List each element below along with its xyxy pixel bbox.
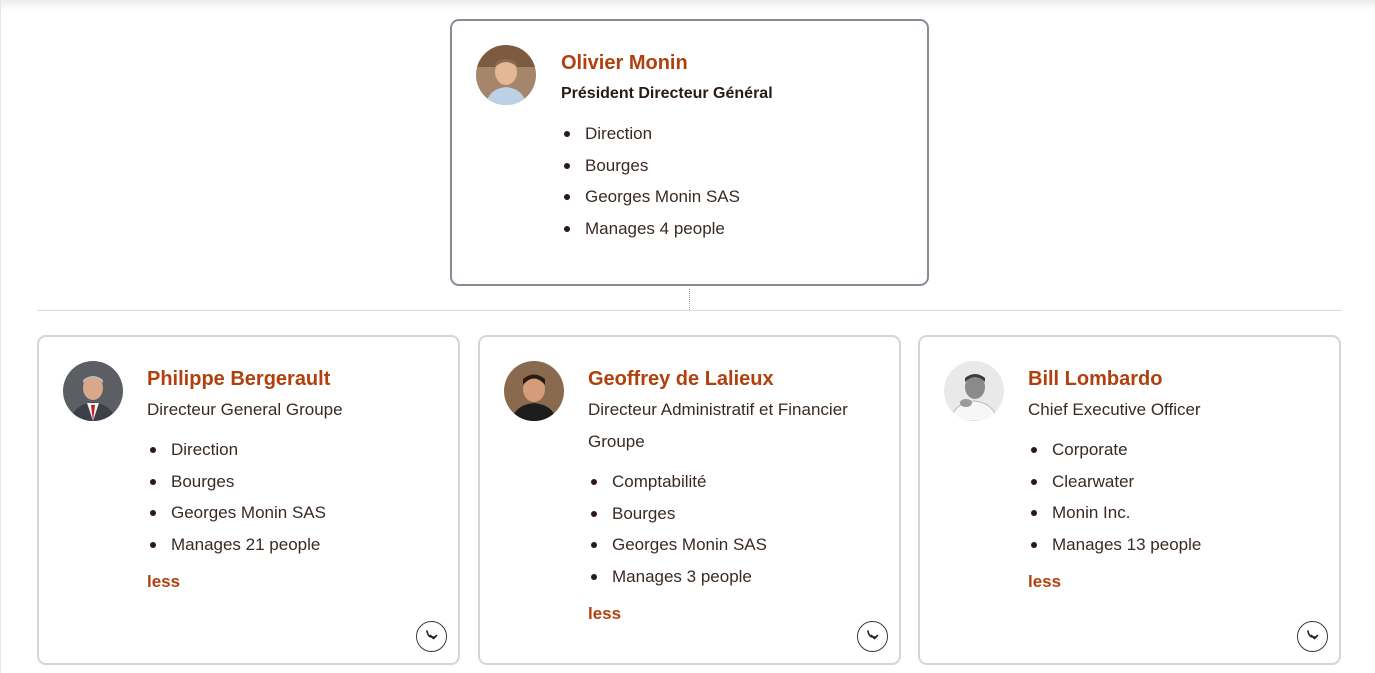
org-card-root[interactable]: Olivier Monin Président Directeur Généra… [450, 19, 929, 286]
person-name[interactable]: Philippe Bergerault [147, 365, 438, 393]
fact-company: Georges Monin SAS [561, 181, 907, 213]
left-border [0, 0, 1, 673]
fact-company: Georges Monin SAS [588, 529, 879, 561]
connector-line [689, 289, 690, 310]
org-card-bill-lombardo[interactable]: Bill Lombardo Chief Executive Officer Co… [918, 335, 1341, 665]
facts-list: Direction Bourges Georges Monin SAS Mana… [147, 434, 438, 560]
fact-location: Clearwater [1028, 466, 1319, 498]
arrow-turn-down-right-icon [426, 630, 438, 640]
facts-list: Comptabilité Bourges Georges Monin SAS M… [588, 466, 879, 592]
level-divider [37, 310, 1342, 311]
person-name[interactable]: Bill Lombardo [1028, 365, 1319, 393]
expand-reports-button[interactable] [416, 621, 447, 652]
fact-department: Corporate [1028, 434, 1319, 466]
job-title: Directeur General Groupe [147, 400, 343, 419]
fact-manages: Manages 13 people [1028, 529, 1319, 561]
person-name[interactable]: Olivier Monin [561, 49, 907, 77]
job-title: Directeur Administratif et Financier Gro… [588, 400, 848, 451]
fact-manages: Manages 4 people [561, 213, 907, 245]
less-link[interactable]: less [147, 572, 180, 592]
fact-department: Direction [147, 434, 438, 466]
avatar[interactable] [476, 45, 536, 105]
fact-location: Bourges [588, 498, 879, 530]
fact-manages: Manages 21 people [147, 529, 438, 561]
fact-manages: Manages 3 people [588, 561, 879, 593]
org-card-philippe-bergerault[interactable]: Philippe Bergerault Directeur General Gr… [37, 335, 460, 665]
arrow-turn-down-right-icon [1307, 630, 1319, 640]
top-shadow [0, 0, 1375, 10]
fact-department: Comptabilité [588, 466, 879, 498]
less-link[interactable]: less [1028, 572, 1061, 592]
fact-location: Bourges [147, 466, 438, 498]
fact-company: Georges Monin SAS [147, 497, 438, 529]
expand-reports-button[interactable] [1297, 621, 1328, 652]
less-link[interactable]: less [588, 604, 621, 624]
avatar[interactable] [63, 361, 123, 421]
person-name[interactable]: Geoffrey de Lalieux [588, 365, 879, 393]
facts-list: Corporate Clearwater Monin Inc. Manages … [1028, 434, 1319, 560]
job-title: Chief Executive Officer [1028, 400, 1201, 419]
facts-list: Direction Bourges Georges Monin SAS Mana… [561, 118, 907, 244]
fact-location: Bourges [561, 150, 907, 182]
expand-reports-button[interactable] [857, 621, 888, 652]
job-title: Président Directeur Général [561, 85, 773, 102]
fact-company: Monin Inc. [1028, 497, 1319, 529]
arrow-turn-down-right-icon [867, 630, 879, 640]
avatar[interactable] [504, 361, 564, 421]
avatar[interactable] [944, 361, 1004, 421]
org-card-geoffrey-de-lalieux[interactable]: Geoffrey de Lalieux Directeur Administra… [478, 335, 901, 665]
fact-department: Direction [561, 118, 907, 150]
